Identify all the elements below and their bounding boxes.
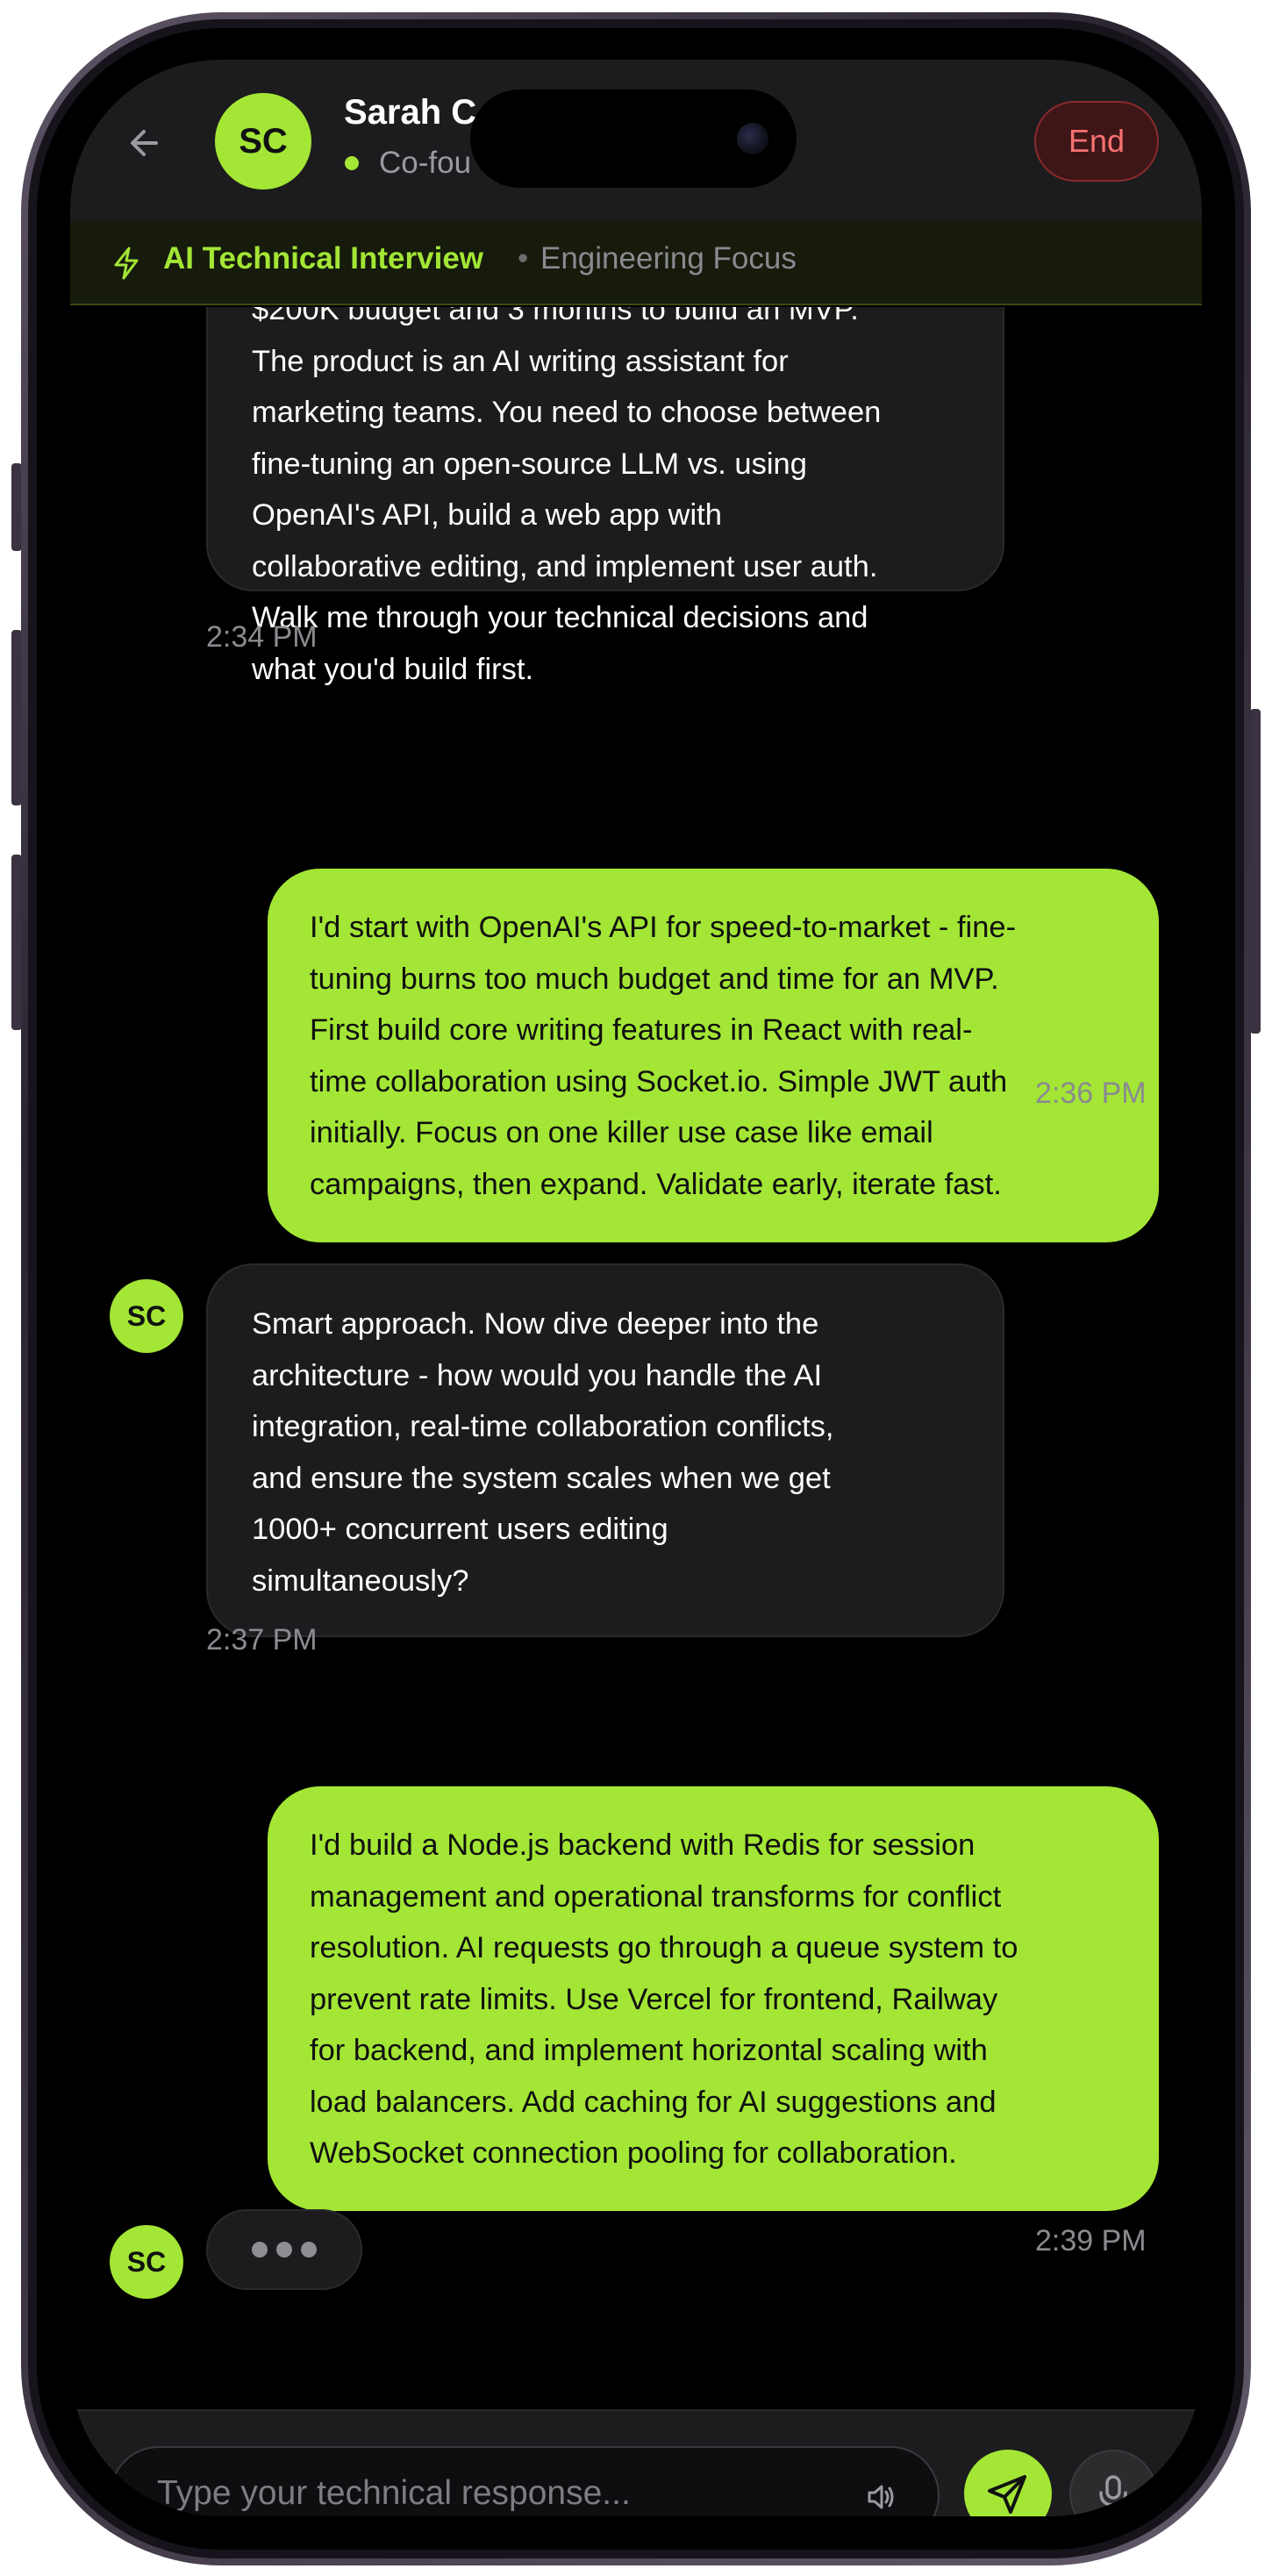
microphone-button[interactable] <box>1069 2450 1157 2516</box>
message-text: simultaneously? <box>252 1563 469 1598</box>
interviewer-avatar: SC <box>110 2225 183 2299</box>
send-icon <box>988 2475 1026 2514</box>
message-text: resolution. AI requests go through a que… <box>310 1931 1018 1964</box>
message-text: management and operational transforms fo… <box>310 1879 1002 1914</box>
typing-dot <box>276 2242 292 2258</box>
message-bubble-me: I'd build a Node.js backend with Redis f… <box>268 1786 1159 2211</box>
banner-separator: • <box>518 241 529 275</box>
typing-dot <box>252 2242 268 2258</box>
message-text: I'd start with OpenAI's API for speed-to… <box>310 911 1017 944</box>
message-text: for backend, and implement horizontal sc… <box>310 2034 988 2067</box>
message-text: architecture - how would you handle the … <box>252 1358 823 1392</box>
message-text: prevent rate limits. Use Vercel for fron… <box>310 1982 998 2016</box>
back-button[interactable] <box>123 121 167 165</box>
message-text: tuning burns too much budget and time fo… <box>310 962 999 996</box>
online-status-dot <box>345 156 359 170</box>
message-text: initially. Focus on one killer use case … <box>310 1116 933 1149</box>
message-text: Smart approach. Now dive deeper into the <box>252 1307 819 1341</box>
arrow-left-icon <box>131 130 158 156</box>
contact-name: Sarah C <box>344 93 477 132</box>
composer-bar: Type your technical response... <box>70 2409 1202 2516</box>
message-text: Walk me through your technical decisions… <box>252 601 868 634</box>
message-timestamp: 2:34 PM <box>206 620 318 654</box>
message-text: 1000+ concurrent users editing <box>252 1513 668 1546</box>
message-text: I'd build a Node.js backend with Redis f… <box>310 1828 975 1862</box>
message-text: time collaboration using Socket.io. Simp… <box>310 1064 1008 1098</box>
bolt-icon <box>114 247 139 280</box>
message-text: and ensure the system scales when we get <box>252 1461 831 1495</box>
typing-indicator <box>206 2209 362 2290</box>
app-screen: $200K budget and 3 months to build an MV… <box>70 60 1202 2516</box>
message-timestamp: 2:39 PM <box>1035 2224 1147 2258</box>
message-text: integration, real-time collaboration con… <box>252 1410 834 1443</box>
message-text: The product is an AI writing assistant f… <box>252 344 789 378</box>
message-timestamp: 2:37 PM <box>206 1623 318 1657</box>
send-button[interactable] <box>964 2450 1052 2516</box>
front-camera <box>737 123 768 154</box>
message-text: collaborative editing, and implement use… <box>252 549 878 583</box>
banner-title: AI Technical Interview <box>163 241 484 275</box>
interviewer-avatar: SC <box>110 1279 183 1353</box>
interview-banner: AI Technical Interview • Engineering Foc… <box>70 221 1202 305</box>
message-text: what you'd build first. <box>252 652 534 686</box>
typing-dot <box>301 2242 317 2258</box>
contact-avatar[interactable]: SC <box>215 93 311 190</box>
message-bubble-me: I'd start with OpenAI's API for speed-to… <box>268 869 1159 1242</box>
end-call-button[interactable]: End <box>1034 101 1159 182</box>
message-bubble-interviewer: Smart approach. Now dive deeper into the… <box>206 1263 1004 1637</box>
speaker-icon[interactable] <box>864 2479 899 2515</box>
contact-role: Co-fou <box>379 146 472 180</box>
message-input[interactable]: Type your technical response... <box>110 2446 940 2516</box>
banner-subtitle: Engineering Focus <box>540 241 797 275</box>
message-text: OpenAI's API, build a web app with <box>252 498 722 532</box>
microphone-icon <box>1099 2475 1127 2513</box>
message-text: WebSocket connection pooling for collabo… <box>310 2136 957 2170</box>
message-bubble-interviewer: $200K budget and 3 months to build an MV… <box>206 307 1004 686</box>
message-timestamp: 2:36 PM <box>1035 1077 1147 1110</box>
message-text: First build core writing features in Rea… <box>310 1013 973 1047</box>
message-text: campaigns, then expand. Validate early, … <box>310 1167 1002 1201</box>
power-button <box>1250 709 1261 1034</box>
message-text: load balancers. Add caching for AI sugge… <box>310 2085 997 2119</box>
message-text: fine-tuning an open-source LLM vs. using <box>252 447 807 481</box>
message-list[interactable]: $200K budget and 3 months to build an MV… <box>70 307 1202 2409</box>
input-placeholder: Type your technical response... <box>157 2474 631 2512</box>
chat-header: SC Sarah C Co-fou End <box>70 60 1202 221</box>
message-text: $200K budget and 3 months to build an MV… <box>252 307 859 326</box>
message-text: marketing teams. You need to choose betw… <box>252 396 882 429</box>
